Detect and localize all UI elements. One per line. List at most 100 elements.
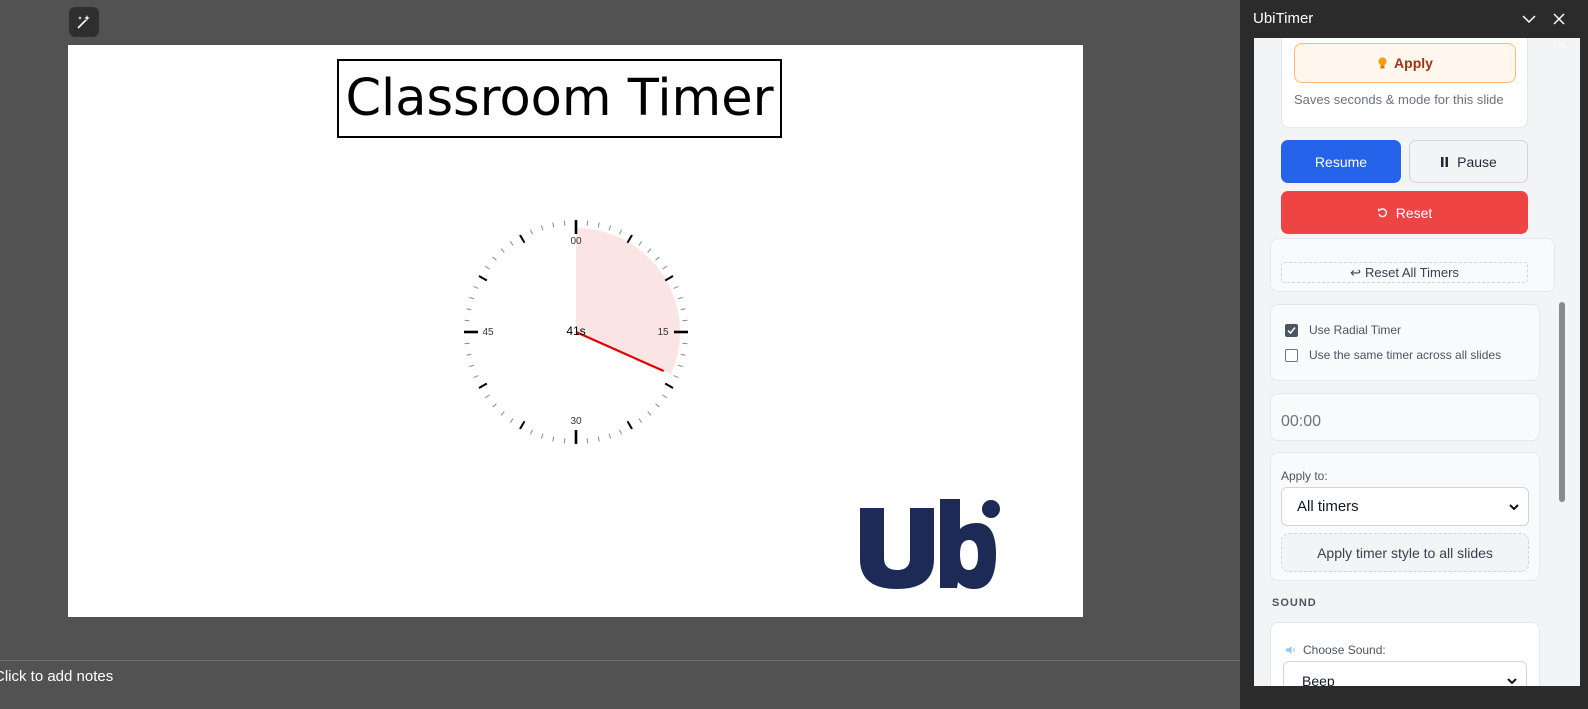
reset-label: Reset	[1395, 204, 1433, 221]
clock-tick	[655, 403, 660, 408]
use-radial-timer-checkbox[interactable]	[1285, 323, 1298, 337]
clock-tick	[682, 319, 688, 322]
sound-section-heading: SOUND	[1272, 597, 1317, 609]
resume-button[interactable]: Resume	[1281, 140, 1401, 183]
clock-tick	[464, 342, 470, 345]
clock-tick	[540, 225, 544, 231]
close-icon[interactable]	[1549, 9, 1569, 29]
clock-tick	[677, 296, 683, 300]
pause-label: Pause	[1457, 153, 1497, 170]
clock-number-00: 00	[570, 236, 582, 247]
clock-center-label: 41s	[566, 324, 585, 338]
apply-button[interactable]: Apply	[1294, 43, 1516, 83]
apply-to-select[interactable]: All timers	[1281, 487, 1529, 526]
clock-tick	[647, 248, 652, 253]
clock-tick	[509, 418, 514, 423]
reset-all-label: Reset All Timers	[1364, 265, 1459, 280]
clock-tick	[500, 411, 505, 416]
elapsed-wedge	[576, 228, 680, 375]
clock-tick	[529, 429, 533, 435]
clock-tick	[473, 285, 479, 289]
clock-tick	[469, 364, 475, 368]
use-radial-timer-label: Use Radial Timer	[1309, 323, 1402, 337]
return-arrow-icon: ↩	[1350, 264, 1361, 280]
clock-tick	[638, 241, 643, 246]
sound-value: Beep	[1302, 672, 1335, 687]
apply-style-all-slides-button[interactable]: Apply timer style to all slides	[1281, 533, 1529, 572]
clock-tick	[586, 220, 589, 226]
reset-arrow-icon	[1377, 208, 1387, 218]
clock-tick	[540, 433, 544, 439]
same-timer-label: Use the same timer across all slides	[1309, 348, 1502, 362]
clock-tick	[478, 275, 488, 282]
clock-tick	[466, 308, 472, 311]
time-input[interactable]: 00:00	[1281, 413, 1321, 431]
clock-tick	[680, 308, 686, 311]
pane-content[interactable]: Apply Saves seconds & mode for this slid…	[1254, 38, 1580, 686]
clock-tick	[597, 436, 600, 442]
slide-title[interactable]: Classroom Timer	[337, 59, 782, 138]
chevron-down-icon	[1507, 678, 1517, 685]
clock-tick	[619, 429, 623, 435]
same-timer-checkbox[interactable]	[1285, 348, 1298, 362]
clock-tick	[492, 403, 497, 408]
radial-timer-clock: 00 15 30 45 41s	[464, 220, 688, 444]
clock-tick	[682, 342, 688, 345]
clock-tick	[464, 319, 470, 322]
clock-tick	[677, 364, 683, 368]
clock-tick	[485, 394, 490, 399]
choose-sound-row: Choose Sound:	[1285, 643, 1386, 657]
clock-tick	[563, 438, 566, 444]
chevron-down-icon	[1509, 504, 1519, 511]
apply-to-label: Apply to:	[1281, 469, 1328, 483]
clock-tick	[608, 225, 612, 231]
use-radial-timer-option[interactable]: Use Radial Timer	[1285, 323, 1401, 337]
clock-tick	[529, 229, 533, 235]
clock-tick	[563, 220, 566, 226]
clock-tick	[662, 265, 667, 270]
choose-sound-label: Choose Sound:	[1303, 643, 1386, 657]
designer-button[interactable]	[69, 7, 99, 37]
slide-canvas[interactable]: Classroom Timer 00 15 30 45 41s	[68, 45, 1083, 617]
sound-select[interactable]: Beep	[1283, 661, 1527, 686]
clock-tick	[638, 418, 643, 423]
clock-tick	[473, 375, 479, 379]
clock-tick	[673, 375, 679, 379]
clock-number-30: 30	[570, 416, 582, 427]
clock-tick	[500, 248, 505, 253]
clock-tick	[673, 285, 679, 289]
chevron-down-icon[interactable]	[1519, 9, 1539, 29]
apply-hint: Saves seconds & mode for this slide	[1294, 92, 1504, 107]
clock-tick	[655, 256, 660, 261]
pause-icon	[1441, 156, 1449, 167]
apply-to-card: Apply to: All timers Apply timer style t…	[1270, 452, 1540, 581]
clock-tick	[552, 222, 555, 228]
clock-tick	[626, 234, 633, 244]
notes-placeholder[interactable]: Click to add notes	[0, 668, 113, 685]
clock-tick	[492, 256, 497, 261]
pause-button[interactable]: Pause	[1409, 140, 1528, 183]
time-input-card[interactable]: 00:00	[1270, 393, 1540, 441]
apply-to-value: All timers	[1297, 498, 1359, 515]
clock-tick	[662, 394, 667, 399]
pane-title: UbiTimer	[1253, 10, 1314, 27]
clock-tick	[586, 438, 589, 444]
ubitimer-task-pane: UbiTimer Apply Saves seconds & mode for …	[1240, 0, 1588, 709]
clock-tick	[664, 275, 674, 282]
notes-divider	[0, 660, 1240, 661]
ubi-logo	[860, 499, 1000, 589]
speaker-icon	[1286, 646, 1295, 654]
reset-button[interactable]: Reset	[1281, 191, 1528, 234]
clock-tick	[509, 241, 514, 246]
lightbulb-icon	[1378, 57, 1387, 68]
pane-scrollbar[interactable]	[1556, 38, 1568, 686]
clock-number-45: 45	[482, 327, 494, 338]
options-card: Use Radial Timer Use the same timer acro…	[1270, 304, 1540, 381]
clock-number-15: 15	[657, 327, 669, 338]
clock-tick	[552, 436, 555, 442]
reset-all-timers-button[interactable]: ↩ Reset All Timers	[1281, 262, 1528, 283]
clock-tick	[680, 353, 686, 356]
pane-header: UbiTimer	[1240, 0, 1588, 38]
clock-tick	[647, 411, 652, 416]
same-timer-option[interactable]: Use the same timer across all slides	[1285, 348, 1501, 362]
